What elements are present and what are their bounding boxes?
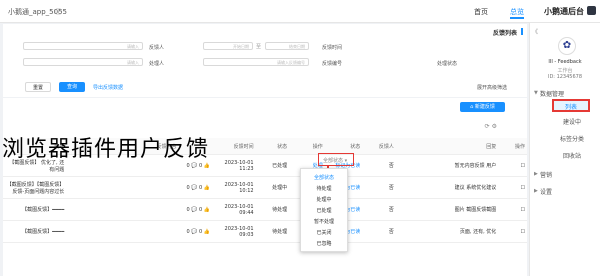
dropdown-option[interactable]: 全部状态 <box>301 174 347 181</box>
nav-home[interactable]: 首页 <box>474 7 488 17</box>
search-button[interactable]: 查询 <box>59 82 85 92</box>
filter-label-id: 反馈编号 <box>321 61 342 67</box>
cell-time: 2023-10-01 09:03 <box>212 220 256 243</box>
cell-time: 2023-10-01 11:23 <box>212 154 256 177</box>
dropdown-option[interactable]: 已忽略 <box>301 240 347 247</box>
col-header: 操作 <box>498 138 527 155</box>
cell-reply: 否 <box>362 154 396 177</box>
status-dropdown: 全部状态 待处理 处理中 已处理 暂不处理 已关闭 已忽略 <box>300 168 348 252</box>
cell-content: 【截图反馈】【截图反馈】反馈-页面问题内容过长 <box>3 176 67 199</box>
filter-label-time: 反馈时间 <box>321 45 342 51</box>
row-checkbox[interactable]: ☐ <box>498 154 527 177</box>
col-header: 反馈人 <box>362 138 396 155</box>
cell-status: 已处理 <box>255 154 290 177</box>
sidebar-item-recycle[interactable]: 回收站 <box>550 150 594 163</box>
export-link[interactable]: 导出反馈数据 <box>93 84 123 91</box>
status-trigger-label: 全部状态 ▾ <box>323 158 348 164</box>
create-feedback-button[interactable]: ⌂ 新建反馈 <box>460 102 505 112</box>
shop-name: III - Feedback <box>548 59 582 65</box>
cell-reply: 否 <box>362 198 396 221</box>
dropdown-option[interactable]: 已处理 <box>301 207 347 214</box>
cell-reply: 否 <box>362 176 396 199</box>
cell-time: 2023-10-01 10:12 <box>212 176 256 199</box>
chevron-right-icon: ▶ <box>534 171 538 177</box>
cell-time: 2023-10-01 09:44 <box>212 198 256 221</box>
shop-sub: 工作台 <box>557 68 573 74</box>
cell-stats: 0 💬 0 👍 <box>178 176 213 199</box>
cell-status: 处理中 <box>255 176 290 199</box>
row-checkbox[interactable]: ☐ <box>498 220 527 243</box>
status-filter-trigger[interactable]: 全部状态 ▾ <box>318 153 354 166</box>
chevron-right-icon: ▶ <box>534 188 538 194</box>
feedback-id-input[interactable]: 请输入反馈编号 <box>203 58 309 66</box>
info-icon[interactable]: ⓘ <box>55 7 62 17</box>
overlay-title: 浏览器插件用户反馈 <box>2 137 210 162</box>
cell-content: 【截图反馈】━━━━ <box>3 220 67 243</box>
sidebar: 《 ✿ III - Feedback 工作台 ID: 12345678 ▼ 数据… <box>529 23 600 276</box>
title-accent <box>521 28 523 35</box>
cell-summary: 页面, 还有, 优化 <box>395 220 499 243</box>
collapse-icon[interactable]: 《 <box>532 27 538 36</box>
feedback-list-panel: ⌂ 新建反馈 ⟳ ⚙ 编号 反馈内容 反馈时间 状态 操作 状态 反馈人 回复 … <box>3 98 527 276</box>
filter-label-handler: 处理人 <box>149 61 165 67</box>
chevron-down-icon: ▼ <box>534 90 538 96</box>
cell-status: 待处理 <box>255 220 290 243</box>
handler-input[interactable]: 请输入 <box>23 58 143 66</box>
dropdown-option[interactable]: 已关闭 <box>301 229 347 236</box>
cell-summary: 图片 截图反馈截图 <box>395 198 499 221</box>
cell-content: 【截图反馈】━━━━ <box>3 198 67 221</box>
dropdown-option[interactable]: 待处理 <box>301 185 347 192</box>
end-date-input[interactable]: 结束日期 <box>265 42 309 50</box>
date-separator: 至 <box>256 44 262 50</box>
col-header: 反馈时间 <box>212 138 256 155</box>
avatar: ✿ <box>558 37 576 55</box>
advanced-filter-link[interactable]: 展开高级筛选 <box>477 84 507 91</box>
cell-summary: 建议 系统优化建议 <box>395 176 499 199</box>
cell-status: 待处理 <box>255 198 290 221</box>
cell-empty <box>66 220 179 243</box>
filter-title: 反馈列表 <box>492 30 517 37</box>
sidebar-item-tags[interactable]: 标签分类 <box>550 133 594 146</box>
sidebar-group-data[interactable]: 数据管理 <box>540 89 564 98</box>
row-checkbox[interactable]: ☐ <box>498 176 527 199</box>
sidebar-item-list[interactable]: 列表 <box>552 99 590 112</box>
table-row[interactable]: 【截图反馈】━━━━ 0 💬 0 👍 2023-10-01 09:44 待处理 … <box>3 198 527 221</box>
cell-stats: 0 💬 0 👍 <box>178 220 213 243</box>
brand-name: 小鹅通后台 <box>544 7 584 16</box>
dropdown-option[interactable]: 暂不处理 <box>301 218 347 225</box>
cell-empty <box>66 176 179 199</box>
sidebar-item-building[interactable]: 建设中 <box>550 116 594 129</box>
filter-label-status: 处理状态 <box>436 61 457 67</box>
filter-label-user: 反馈人 <box>149 45 165 51</box>
table-row[interactable]: 【截图反馈】━━━━ 0 💬 0 👍 2023-10-01 09:03 待处理 … <box>3 220 527 243</box>
sidebar-group-settings[interactable]: 设置 <box>540 187 552 196</box>
cell-stats: 0 💬 0 👍 <box>178 198 213 221</box>
cell-summary: 暂无内容反馈 用户 <box>395 154 499 177</box>
col-header: 回复 <box>395 138 499 155</box>
col-header: 状态 <box>255 138 290 155</box>
reset-button[interactable]: 重置 <box>25 82 51 92</box>
start-date-input[interactable]: 开始日期 <box>203 42 253 50</box>
table-row[interactable]: 【截图反馈】【截图反馈】反馈-页面问题内容过长 0 💬 0 👍 2023-10-… <box>3 176 527 199</box>
sidebar-group-marketing[interactable]: 营销 <box>540 170 552 179</box>
refresh-settings-icons[interactable]: ⟳ ⚙ <box>485 123 497 130</box>
brand-logo <box>587 6 596 15</box>
top-bar: 小鹅通_app_5055 ⓘ 首页 总览 小鹅通后台 <box>0 0 600 23</box>
dropdown-option[interactable]: 处理中 <box>301 196 347 203</box>
nav-overview[interactable]: 总览 <box>510 7 524 19</box>
cell-empty <box>66 198 179 221</box>
row-checkbox[interactable]: ☐ <box>498 198 527 221</box>
user-input[interactable]: 请输入 <box>23 42 143 50</box>
cell-reply: 否 <box>362 220 396 243</box>
filter-panel: 反馈列表 反馈时间 开始日期 至 结束日期 反馈人 请输入 反馈编号 请输入反馈… <box>3 24 527 97</box>
shop-id: ID: 12345678 <box>547 74 583 80</box>
